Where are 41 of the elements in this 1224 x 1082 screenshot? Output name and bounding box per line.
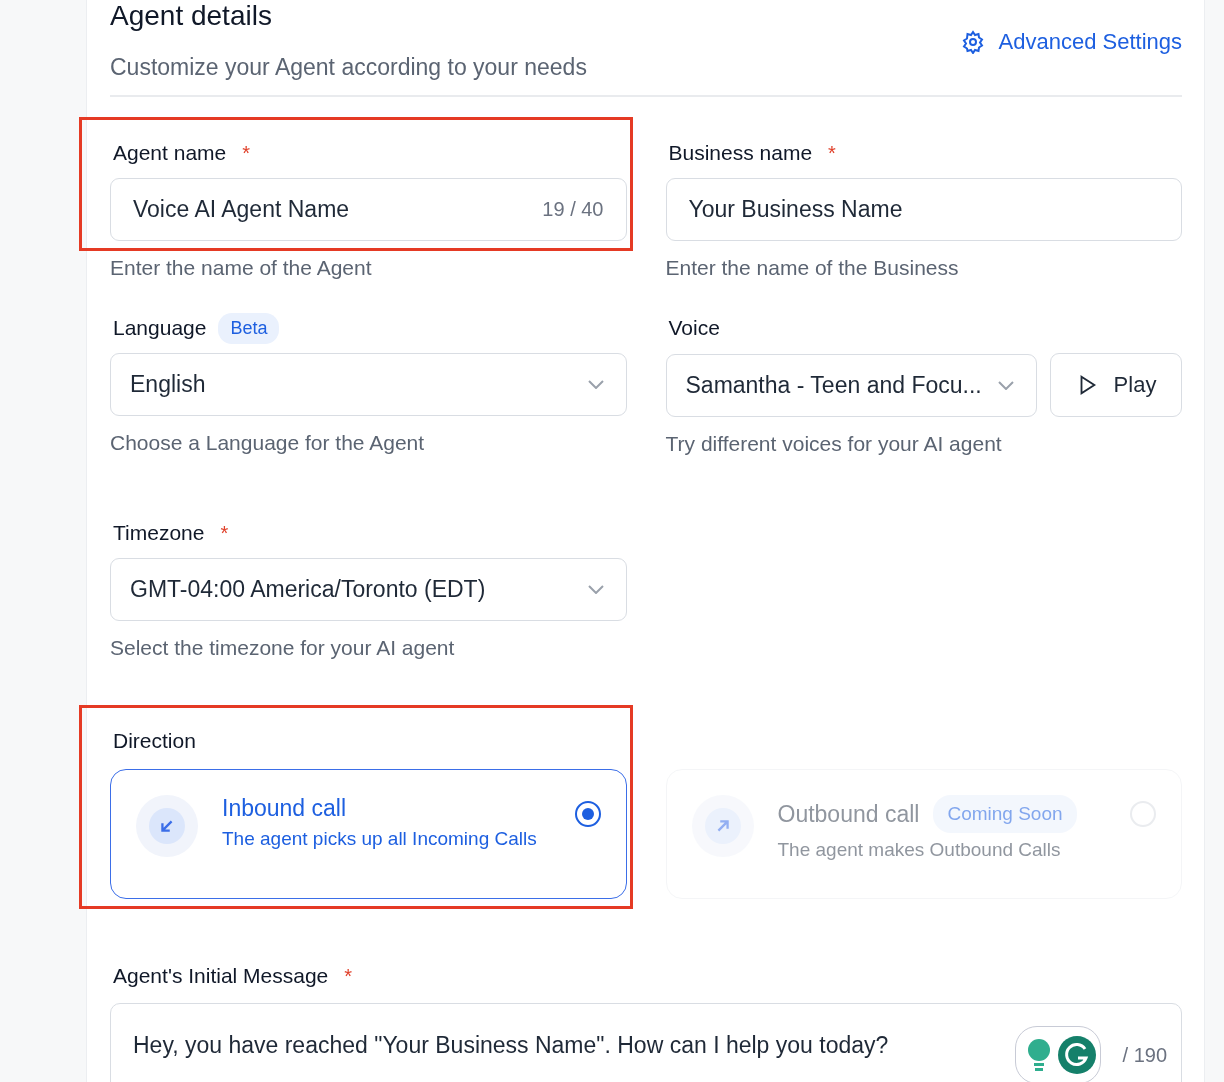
assistant-widget[interactable] bbox=[1015, 1026, 1101, 1082]
help-text: Try different voices for your AI agent bbox=[665, 432, 1003, 456]
required-mark: * bbox=[344, 964, 353, 988]
message-textarea[interactable]: Hey, you have reached "Your Business Name". How can I help you today? / 190 bbox=[110, 1003, 1182, 1082]
field-label: Agent's Initial Message bbox=[113, 964, 329, 988]
settings-icon bbox=[960, 30, 985, 54]
help-text: Choose a Language for the Agent bbox=[110, 431, 426, 455]
field-label: Business name bbox=[668, 141, 813, 165]
section-title: Agent details bbox=[110, 0, 273, 32]
required-mark: * bbox=[828, 141, 836, 165]
chevron-down-icon bbox=[587, 585, 604, 594]
section-subtitle: Customize your Agent according to your needs bbox=[110, 54, 587, 81]
option-description: The agent makes Outbound Calls bbox=[777, 839, 1062, 861]
grammar-g-icon bbox=[1058, 1036, 1096, 1074]
field-label: Direction bbox=[113, 729, 196, 753]
coming-soon-badge: Coming Soon bbox=[933, 795, 1077, 833]
text-input-field[interactable]: Voice AI Agent Name 19 / 40 bbox=[110, 178, 627, 241]
help-text: Enter the name of the Business bbox=[665, 256, 960, 280]
option-description: The agent picks up all Incoming Calls bbox=[222, 828, 538, 850]
option-title: Outbound call bbox=[777, 800, 920, 828]
radio-button[interactable] bbox=[574, 801, 601, 827]
play-button[interactable]: Play bbox=[1050, 353, 1182, 417]
beta-badge: Beta bbox=[218, 312, 280, 344]
voice-dropdown[interactable]: Samantha - Teen and Focu... bbox=[665, 354, 1037, 417]
field-label: Timezone bbox=[113, 521, 205, 545]
help-text: Select the timezone for your AI agent bbox=[110, 636, 456, 660]
chevron-down-icon bbox=[587, 380, 604, 389]
direction-option[interactable]: Inbound call The agent picks up all Incoming Calls bbox=[110, 769, 627, 899]
field-label: Agent name bbox=[113, 141, 227, 165]
select-dropdown[interactable]: English bbox=[110, 353, 627, 416]
chevron-down-icon bbox=[998, 381, 1014, 390]
field-label: Voice bbox=[668, 316, 720, 340]
select-dropdown[interactable]: GMT-04:00 America/Toronto (EDT) bbox=[110, 558, 627, 621]
required-mark: * bbox=[242, 141, 251, 165]
required-mark: * bbox=[220, 521, 229, 545]
option-title: Inbound call bbox=[222, 795, 347, 822]
help-text: Enter the name of the Agent bbox=[110, 256, 373, 280]
field-label: Language bbox=[113, 316, 207, 340]
lightbulb-icon bbox=[1026, 1038, 1052, 1072]
advanced-settings-link[interactable]: Advanced Settings bbox=[960, 28, 1182, 56]
text-input-field[interactable]: Your Business Name bbox=[665, 178, 1182, 241]
